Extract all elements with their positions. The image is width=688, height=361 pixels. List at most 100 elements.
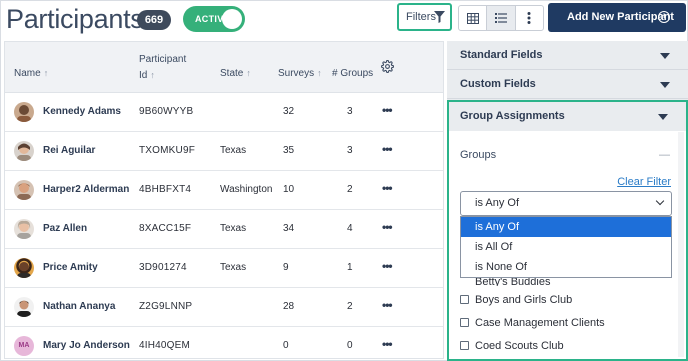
checkbox[interactable] [460, 341, 469, 350]
table-body: Kennedy Adams 9B60WYYB 32 3 ••• Rei Agui… [5, 93, 443, 358]
standard-fields-accordion[interactable]: Standard Fields [447, 41, 688, 70]
group-checkbox-item[interactable]: Coed Scouts Club [460, 335, 605, 358]
table-row[interactable]: Rei Aguilar TXOMKU9F Texas 35 3 ••• [5, 132, 443, 171]
table-row[interactable]: Paz Allen 8XACC15F Texas 34 4 ••• [5, 210, 443, 249]
grid-icon [466, 12, 479, 24]
row-actions-icon[interactable]: ••• [382, 181, 393, 195]
sort-arrow-icon: ↑ [43, 68, 49, 78]
clear-filter-link[interactable]: Clear Filter [617, 176, 671, 188]
participant-groups: 4 [347, 223, 353, 234]
caret-down-icon [660, 82, 670, 88]
toggle-knob [222, 9, 242, 29]
gear-icon [381, 60, 394, 73]
view-switcher [458, 5, 544, 31]
avatar [14, 141, 34, 161]
row-actions-icon[interactable]: ••• [382, 259, 393, 273]
grid-view-button[interactable] [459, 6, 488, 30]
table-row[interactable]: Price Amity 3D901274 Texas 9 1 ••• [5, 249, 443, 288]
participant-name[interactable]: Mary Jo Anderson [43, 340, 130, 351]
collapse-minus-icon[interactable]: — [659, 149, 670, 161]
row-actions-icon[interactable]: ••• [382, 142, 393, 156]
column-state[interactable]: State ↑ [220, 67, 251, 80]
sort-arrow-icon: ↑ [317, 68, 322, 78]
row-actions-icon[interactable]: ••• [382, 220, 393, 234]
column-surveys[interactable]: Surveys ↑ [278, 67, 322, 80]
avatar [14, 102, 34, 122]
group-assignments-accordion[interactable]: Group Assignments [449, 102, 686, 131]
list-view-button[interactable] [487, 6, 516, 30]
groups-label: Groups [460, 149, 497, 161]
group-assignments-section: Group Assignments Groups — Clear Filter … [447, 100, 688, 361]
group-checkbox-item[interactable]: Boys and Girls Club [460, 289, 605, 312]
filters-label: Filters [406, 11, 436, 23]
participant-id: 9B60WYYB [139, 106, 194, 117]
participant-state: Texas [220, 223, 247, 234]
group-checkbox-item[interactable]: Case Management Clients [460, 312, 605, 335]
row-actions-icon[interactable]: ••• [382, 298, 393, 312]
column-name[interactable]: Name ↑ [14, 67, 48, 80]
table-row[interactable]: Harper2 Alderman 4BHBFXT4 Washington 10 … [5, 171, 443, 210]
avatar [14, 258, 34, 278]
participant-name[interactable]: Harper2 Alderman [43, 184, 129, 195]
option-is-all-of[interactable]: is All Of [461, 237, 671, 257]
participant-surveys: 0 [283, 340, 289, 351]
table-row[interactable]: Nathan Ananya Z2G9LNNP 28 2 ••• [5, 288, 443, 327]
add-new-participant-button[interactable]: Add New Participant + [548, 3, 686, 32]
participant-id: 3D901274 [139, 262, 187, 273]
participant-id: 8XACC15F [139, 223, 192, 234]
participant-groups: 3 [347, 106, 353, 117]
checkbox-label: Boys and Girls Club [475, 294, 573, 306]
standard-fields-label: Standard Fields [460, 49, 543, 61]
participant-surveys: 35 [283, 145, 295, 156]
option-is-none-of[interactable]: is None Of [461, 257, 671, 277]
page-title: Participants [6, 4, 144, 34]
column-settings-button[interactable] [381, 60, 394, 77]
chevron-down-icon [655, 196, 665, 206]
participant-surveys: 32 [283, 106, 295, 117]
participant-name[interactable]: Rei Aguilar [43, 145, 95, 156]
participants-table: Name ↑ Participant Id ↑ State ↑ Surveys ↑ # … [4, 41, 444, 359]
group-match-select[interactable]: is Any Of [460, 191, 672, 216]
participant-groups: 3 [347, 145, 353, 156]
column-groups[interactable]: # Groups [332, 67, 373, 80]
participant-name[interactable]: Paz Allen [43, 223, 87, 234]
participant-id: 4BHBFXT4 [139, 184, 192, 195]
group-match-dropdown: is Any Of is All Of is None Of [460, 216, 672, 278]
funnel-icon [434, 11, 445, 23]
participant-name[interactable]: Kennedy Adams [43, 106, 121, 117]
sort-arrow-icon: ↑ [246, 68, 251, 78]
filters-button[interactable]: Filters [397, 3, 452, 31]
custom-fields-accordion[interactable]: Custom Fields [447, 70, 688, 99]
participant-surveys: 9 [283, 262, 289, 273]
table-row[interactable]: Kennedy Adams 9B60WYYB 32 3 ••• [5, 93, 443, 132]
avatar [14, 297, 34, 317]
panel-scrollbar[interactable] [678, 132, 684, 357]
kebab-icon [527, 12, 531, 24]
column-participant-id[interactable]: Participant Id ↑ [139, 53, 186, 82]
avatar-initials: MA [14, 336, 34, 356]
more-options-button[interactable] [516, 6, 543, 30]
participant-name[interactable]: Price Amity [43, 262, 98, 273]
participant-groups: 0 [347, 340, 353, 351]
option-is-any-of[interactable]: is Any Of [461, 217, 671, 237]
avatar [14, 180, 34, 200]
group-checkbox-item-partial: Betty's Buddies [475, 278, 551, 286]
checkbox[interactable] [460, 295, 469, 304]
table-row[interactable]: MA Mary Jo Anderson 4IH40QEM 0 0 ••• [5, 327, 443, 358]
table-header: Name ↑ Participant Id ↑ State ↑ Surveys ↑ # … [5, 42, 443, 93]
row-actions-icon[interactable]: ••• [382, 337, 393, 351]
checkbox[interactable] [460, 318, 469, 327]
active-toggle[interactable]: ACTIVE [183, 6, 245, 32]
participant-id: TXOMKU9F [139, 145, 196, 156]
participant-surveys: 10 [283, 184, 295, 195]
participant-groups: 2 [347, 301, 353, 312]
row-actions-icon[interactable]: ••• [382, 103, 393, 117]
checkbox-label: Case Management Clients [475, 317, 605, 329]
participant-name[interactable]: Nathan Ananya [43, 301, 115, 312]
caret-down-icon [660, 53, 670, 59]
caret-down-icon [658, 114, 668, 120]
participant-id: Z2G9LNNP [139, 301, 193, 312]
group-match-value: is Any Of [475, 197, 520, 209]
participant-state: Washington [220, 184, 273, 195]
checkbox-label: Coed Scouts Club [475, 340, 564, 352]
